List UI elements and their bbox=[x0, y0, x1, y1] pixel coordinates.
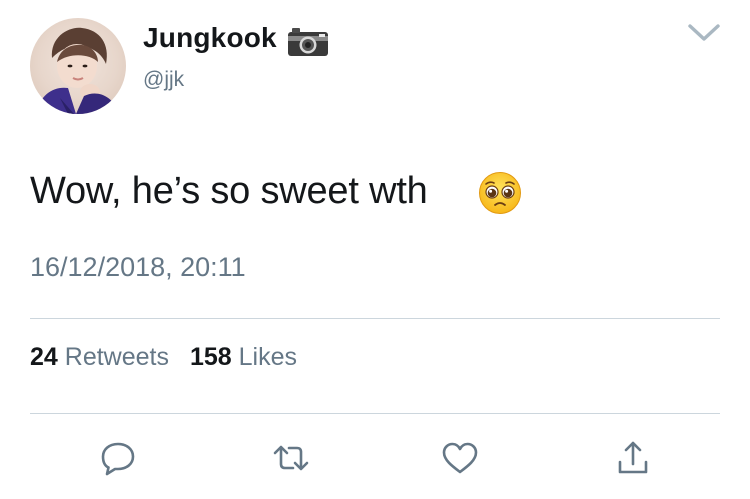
share-icon bbox=[618, 441, 648, 474]
avatar[interactable] bbox=[30, 18, 126, 114]
likes-stat[interactable]: 158 Likes bbox=[190, 343, 297, 372]
tweet-stats: 24 Retweets 158 Likes bbox=[30, 343, 311, 372]
retweets-stat[interactable]: 24 Retweets bbox=[30, 343, 169, 372]
retweets-label: Retweets bbox=[64, 343, 169, 371]
retweet-button[interactable] bbox=[271, 440, 311, 476]
tweet-card: Jungkook @jjk Wow, he’s so sweet wth 16/… bbox=[0, 0, 750, 499]
user-handle[interactable]: @jjk bbox=[143, 68, 184, 92]
display-name[interactable]: Jungkook bbox=[143, 22, 277, 54]
pleading-face-icon bbox=[479, 172, 521, 214]
retweet-icon bbox=[273, 445, 309, 471]
divider bbox=[30, 413, 720, 414]
reply-icon bbox=[101, 442, 135, 476]
share-button[interactable] bbox=[613, 440, 653, 476]
heart-icon bbox=[442, 442, 478, 474]
likes-label: Likes bbox=[238, 343, 297, 371]
tweet-timestamp[interactable]: 16/12/2018, 20:11 bbox=[30, 252, 246, 283]
camera-icon bbox=[288, 28, 328, 56]
retweets-count: 24 bbox=[30, 343, 58, 371]
chevron-down-icon[interactable] bbox=[687, 22, 721, 44]
tweet-text: Wow, he’s so sweet wth bbox=[30, 170, 428, 212]
divider bbox=[30, 318, 720, 319]
reply-button[interactable] bbox=[98, 440, 138, 476]
like-button[interactable] bbox=[440, 440, 480, 476]
likes-count: 158 bbox=[189, 343, 232, 371]
